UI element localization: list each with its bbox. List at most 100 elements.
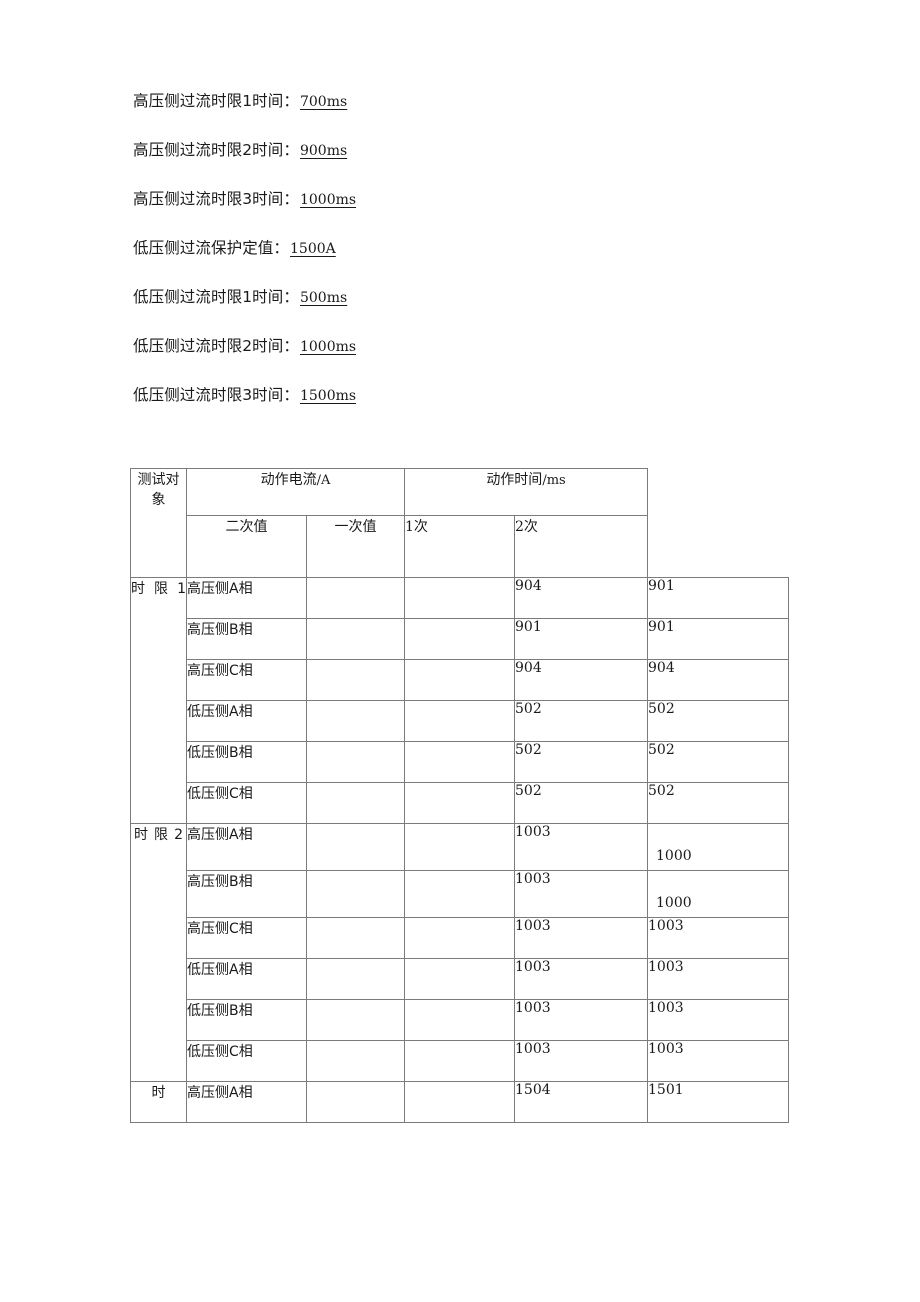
setting-label: 低压侧过流保护定值：	[133, 239, 290, 257]
setting-line: 低压侧过流时限1时间：500ms	[133, 284, 793, 333]
table-row: 高压侧C相 904 904	[131, 659, 790, 701]
header-time-unit: /ms	[542, 473, 566, 488]
setting-label: 低压侧过流时限1时间：	[133, 288, 299, 306]
header-cell-time-group: 动作时间/ms	[403, 468, 649, 516]
primary-value-cell	[404, 1040, 515, 1082]
table-row: 时 限 1 高压侧A相 904 901	[130, 577, 790, 824]
secondary-value-cell	[306, 958, 405, 1000]
trial-1-value-cell: 1003	[513, 823, 649, 871]
header-cell-secondary-value: 二次值	[186, 515, 307, 578]
primary-value-cell	[404, 823, 515, 871]
table-row: 低压侧C相 502 502	[131, 782, 790, 824]
trial-1-value-cell: 1003	[513, 1040, 649, 1082]
primary-value-cell	[404, 700, 515, 742]
secondary-value-cell	[306, 870, 405, 918]
secondary-value-cell	[306, 823, 405, 871]
trial-2-value-cell: 1003	[647, 958, 790, 1000]
trial-2-value-cell: 502	[647, 741, 790, 783]
setting-line: 高压侧过流时限3时间：1000ms	[133, 186, 793, 235]
setting-line: 低压侧过流保护定值：1500A	[133, 235, 793, 284]
object-cell: 高压侧A相	[186, 577, 307, 619]
trial-1-value-cell: 502	[513, 700, 649, 742]
trial-1-value-cell: 904	[513, 659, 649, 701]
object-cell: 高压侧B相	[186, 618, 307, 660]
table-row: 低压侧A相 1003 1003	[131, 958, 790, 1000]
object-cell: 低压侧C相	[186, 1040, 307, 1082]
trial-1-value-cell: 502	[513, 782, 649, 824]
object-cell: 低压侧C相	[186, 782, 307, 824]
primary-value-cell	[404, 618, 515, 660]
trial-2-value-cell: 1000	[647, 823, 790, 871]
trial-1-value-cell: 502	[513, 741, 649, 783]
primary-value-cell	[404, 958, 515, 1000]
setting-value: 1500A	[290, 241, 336, 257]
secondary-value-cell	[306, 917, 405, 959]
primary-value-cell	[404, 577, 515, 619]
object-cell: 高压侧A相	[186, 1081, 307, 1123]
header-cell-current-group: 动作电流/A	[186, 468, 405, 516]
primary-value-cell	[404, 1081, 515, 1123]
setting-line: 高压侧过流时限1时间：700ms	[133, 88, 793, 137]
table-header-row-secondary: 二次值 一次值 1次 2次	[131, 515, 789, 578]
setting-line: 低压侧过流时限2时间：1000ms	[133, 333, 793, 382]
setting-line: 低压侧过流时限3时间：1500ms	[133, 382, 793, 431]
trial-1-value-cell: 1003	[513, 958, 649, 1000]
setting-value: 900ms	[299, 143, 348, 159]
object-cell: 高压侧A相	[186, 823, 307, 871]
table-row: 高压侧B相 1003 1000	[131, 870, 790, 918]
header-cell-primary-value: 一次值	[306, 515, 405, 578]
primary-value-cell	[404, 870, 515, 918]
trial-1-value-cell: 901	[513, 618, 649, 660]
header-cell-trial-1: 1次	[404, 515, 515, 578]
header-time-label: 动作时间	[486, 472, 543, 488]
group-label-cell: 时 限 1	[130, 577, 187, 824]
trial-1-value-cell: 1504	[513, 1081, 649, 1123]
secondary-value-cell	[306, 1040, 405, 1082]
secondary-value-cell	[306, 700, 405, 742]
object-cell: 低压侧A相	[186, 958, 307, 1000]
table-row: 低压侧B相 502 502	[131, 741, 790, 783]
primary-value-cell	[404, 782, 515, 824]
table-row: 时 限 2 高压侧A相 1003 1000	[130, 823, 790, 1082]
setting-value: 1000ms	[299, 339, 357, 355]
primary-value-cell	[404, 659, 515, 701]
setting-value: 700ms	[299, 94, 348, 110]
setting-label: 高压侧过流时限3时间：	[133, 190, 299, 208]
header-cell-object: 测试对象	[130, 468, 187, 578]
trial-2-value-cell: 1501	[647, 1081, 790, 1123]
table-row: 高压侧C相 1003 1003	[131, 917, 790, 959]
trial-1-value-cell: 904	[513, 577, 649, 619]
table-row: 低压侧C相 1003 1003	[131, 1040, 790, 1082]
primary-value-cell	[404, 999, 515, 1041]
group-label-cell: 时	[130, 1081, 187, 1123]
table-row: 低压侧A相 502 502	[131, 700, 790, 742]
setting-line: 高压侧过流时限2时间：900ms	[133, 137, 793, 186]
group-label-cell: 时 限 2	[130, 823, 187, 1082]
secondary-value-cell	[306, 1081, 405, 1123]
trial-2-value-cell: 1003	[647, 917, 790, 959]
setting-label: 低压侧过流时限3时间：	[133, 386, 299, 404]
object-cell: 高压侧B相	[186, 870, 307, 918]
secondary-value-cell	[306, 618, 405, 660]
secondary-value-cell	[306, 999, 405, 1041]
header-current-label: 动作电流	[260, 472, 317, 488]
header-current-unit: /A	[316, 473, 331, 488]
measurement-table-wrapper: 测试对象 动作电流/A 动作时间/ms 二次值 一次值 1次 2次时 限 1 高压侧A相 904…	[130, 468, 790, 1123]
secondary-value-cell	[306, 782, 405, 824]
setting-value: 1500ms	[299, 388, 357, 404]
trial-2-value-cell: 1003	[647, 1040, 790, 1082]
trial-2-value-cell: 502	[647, 782, 790, 824]
setting-value: 1000ms	[299, 192, 357, 208]
header-cell-trial-2: 2次	[513, 515, 649, 578]
trial-1-value-cell: 1003	[513, 917, 649, 959]
setting-label: 低压侧过流时限2时间：	[133, 337, 299, 355]
object-cell: 低压侧A相	[186, 700, 307, 742]
primary-value-cell	[404, 917, 515, 959]
trial-2-value-cell: 901	[647, 618, 790, 660]
settings-paragraph-block: 高压侧过流时限1时间：700ms 高压侧过流时限2时间：900ms 高压侧过流时限3…	[133, 88, 793, 431]
secondary-value-cell	[306, 577, 405, 619]
primary-value-cell	[404, 741, 515, 783]
secondary-value-cell	[306, 741, 405, 783]
object-cell: 低压侧B相	[186, 999, 307, 1041]
trial-2-value-cell: 901	[647, 577, 790, 619]
